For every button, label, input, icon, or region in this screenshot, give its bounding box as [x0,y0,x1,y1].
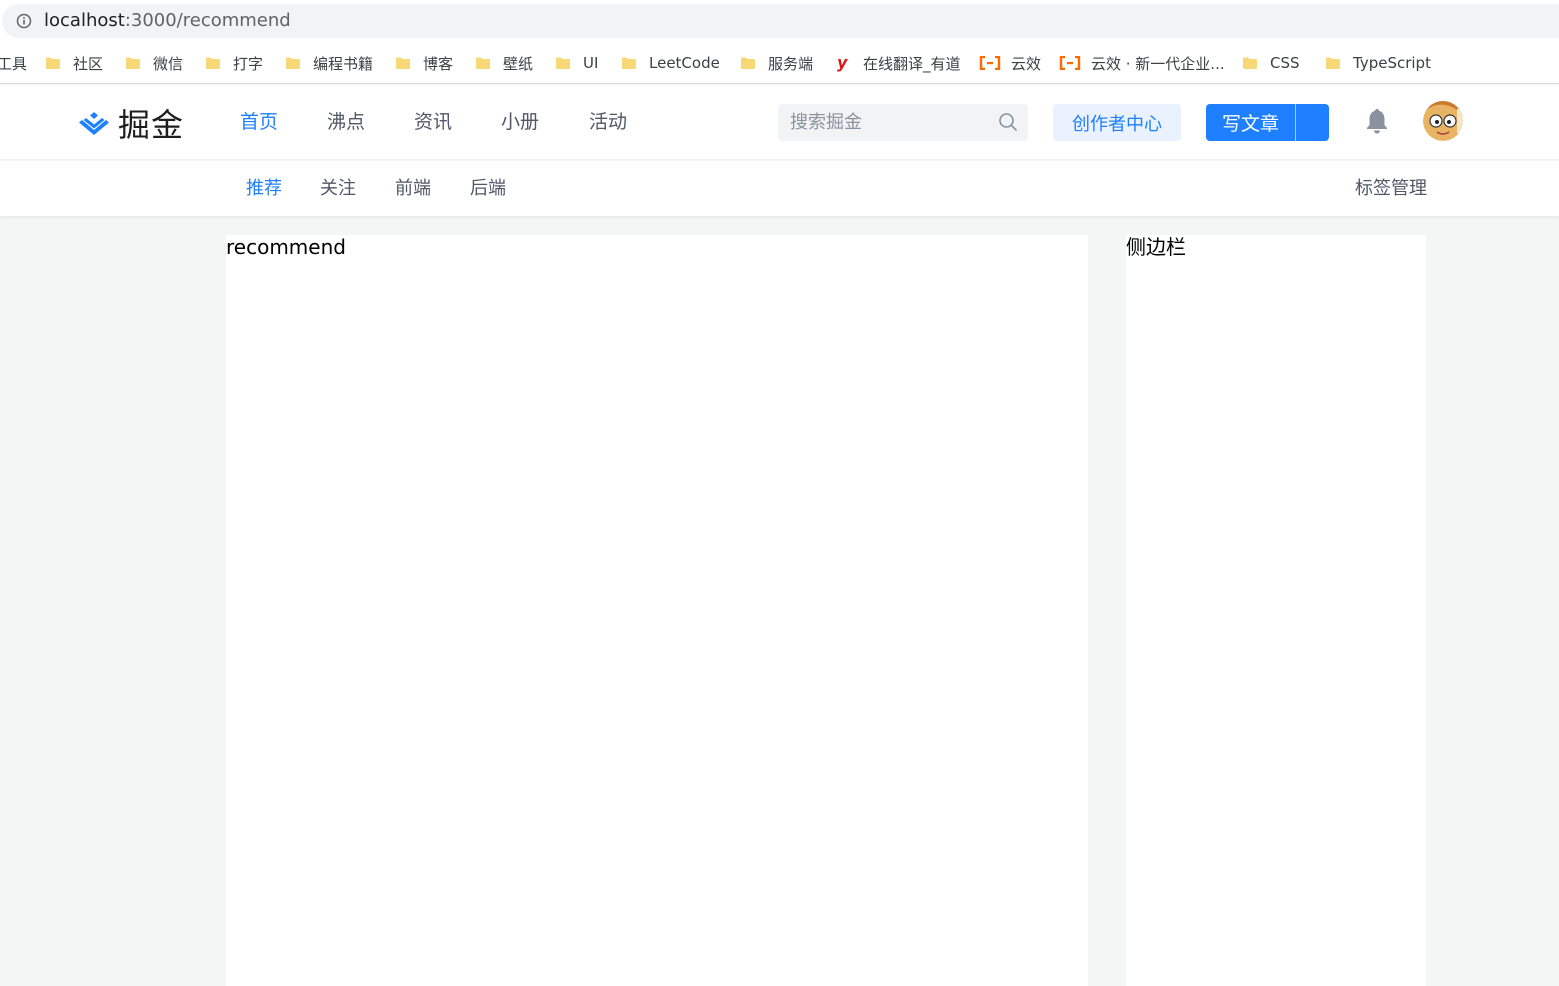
bookmark-link[interactable]: 云效 [979,52,1041,74]
user-avatar[interactable] [1423,101,1463,141]
url-path: :3000/recommend [124,10,291,31]
avatar-image [1423,101,1463,141]
bookmark-folder[interactable]: TypeScript [1325,52,1431,74]
search-box [778,104,1028,141]
browser-address-row: localhost:3000/recommend [0,0,1559,42]
nav-home[interactable]: 首页 [240,109,278,135]
bookmark-label: 壁纸 [503,54,534,73]
bookmark-folder[interactable]: 社区 [45,52,103,74]
folder-icon [206,57,220,69]
tag-manage-link[interactable]: 标签管理 [1355,177,1427,201]
yunxiao-icon [979,56,1001,70]
sidebar-text: 侧边栏 [1126,235,1186,259]
bookmark-link[interactable]: y 在线翻译_有道 [837,52,961,74]
folder-icon [396,57,410,69]
sidebar-panel: 侧边栏 [1126,235,1426,986]
nav-books[interactable]: 小册 [501,109,539,135]
folder-icon [1243,57,1257,69]
info-icon[interactable] [16,13,32,29]
bookmark-folder[interactable]: 微信 [125,52,183,74]
folder-icon [556,57,570,69]
folder-icon [622,57,636,69]
bookmark-label: 云效 [1011,54,1042,73]
bookmark-folder[interactable]: LeetCode [621,52,720,74]
main-content-text: recommend [226,235,346,259]
site-header: 掘金 首页 沸点 资讯 小册 活动 创作者中心 写文章 [0,85,1559,160]
bookmark-folder[interactable]: 打字 [205,52,263,74]
bookmark-label: 在线翻译_有道 [863,54,961,73]
bookmark-label: 编程书籍 [313,54,374,73]
youdao-icon: y [837,53,848,72]
main-content-panel: recommend [226,235,1088,986]
url-text[interactable]: localhost:3000/recommend [44,10,291,32]
juejin-logo-icon [79,112,109,135]
bookmark-label: 服务端 [768,54,814,73]
tab-frontend[interactable]: 前端 [395,177,431,201]
folder-icon [741,57,755,69]
nav-events[interactable]: 活动 [589,109,627,135]
bookmark-label: 微信 [153,54,184,73]
bookmark-label: LeetCode [649,54,720,72]
bookmark-link[interactable]: 云效 · 新一代企业... [1059,52,1225,74]
creator-center-button[interactable]: 创作者中心 [1053,104,1181,141]
folder-icon [286,57,300,69]
logo-text: 掘金 [118,106,185,144]
sub-nav: 推荐 关注 前端 后端 标签管理 [0,161,1559,216]
bookmark-folder[interactable]: 服务端 [740,52,813,74]
address-bar[interactable]: localhost:3000/recommend [2,4,1559,38]
nav-pins[interactable]: 沸点 [327,109,365,135]
yunxiao-icon [1059,56,1081,70]
folder-icon [476,57,490,69]
write-more-dropdown[interactable] [1296,104,1329,141]
bookmark-label: 打字 [233,54,264,73]
search-input[interactable] [790,112,990,133]
bookmarks-bar: 工具 社区 微信 打字 编程书籍 博客 壁纸 UI LeetCode 服务端 y… [0,42,1559,84]
url-host: localhost [44,10,125,31]
nav-news[interactable]: 资讯 [414,109,452,135]
bookmark-label: 社区 [73,54,104,73]
site-logo[interactable]: 掘金 [76,103,185,144]
bookmark-item[interactable]: 工具 [0,52,27,74]
bookmark-folder[interactable]: CSS [1242,52,1300,74]
bookmark-label: UI [583,54,599,72]
bookmark-label: TypeScript [1353,54,1431,72]
bookmark-folder[interactable]: 博客 [395,52,453,74]
folder-icon [126,57,140,69]
bookmark-folder[interactable]: 编程书籍 [285,52,373,74]
folder-icon [46,57,60,69]
write-article-button-group: 写文章 [1206,104,1329,141]
write-article-button[interactable]: 写文章 [1206,104,1296,141]
bookmark-label: CSS [1270,54,1300,72]
tab-following[interactable]: 关注 [320,177,356,201]
bookmark-folder[interactable]: 壁纸 [475,52,533,74]
tab-backend[interactable]: 后端 [470,177,506,201]
search-icon[interactable] [998,112,1018,132]
bell-icon[interactable] [1364,107,1390,135]
tab-recommend[interactable]: 推荐 [246,177,282,201]
bookmark-folder[interactable]: UI [555,52,598,74]
folder-icon [1326,57,1340,69]
bookmark-label: 云效 · 新一代企业... [1091,54,1225,73]
bookmark-label: 工具 [0,54,28,73]
bookmark-label: 博客 [423,54,454,73]
